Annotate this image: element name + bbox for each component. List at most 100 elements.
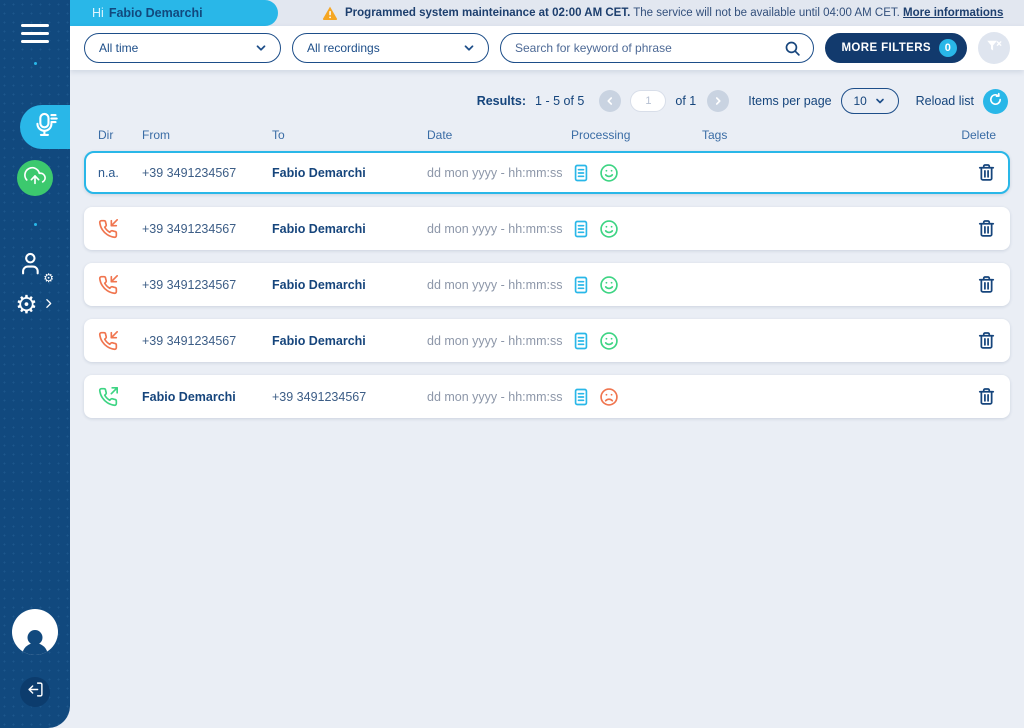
delete-cell xyxy=(946,387,996,406)
recording-row[interactable]: +39 3491234567 Fabio Demarchi dd mon yyy… xyxy=(84,207,1010,250)
date-cell: dd mon yyyy - hh:mm:ss xyxy=(427,390,571,404)
transcript-icon[interactable] xyxy=(571,387,591,407)
from-cell: +39 3491234567 xyxy=(142,166,272,180)
sentiment-positive-icon[interactable] xyxy=(599,219,619,239)
recordings-filter-value: All recordings xyxy=(307,41,380,55)
direction-cell: n.a. xyxy=(98,166,142,180)
transcript-icon[interactable] xyxy=(571,275,591,295)
clear-filters-button-disabled xyxy=(978,32,1010,64)
incoming-call-icon xyxy=(98,219,118,239)
greeting-badge: Hi Fabio Demarchi xyxy=(70,0,278,26)
search-input[interactable] xyxy=(515,41,784,55)
filters-count-badge: 0 xyxy=(939,39,957,57)
delete-cell xyxy=(946,219,996,238)
processing-cell xyxy=(571,275,702,295)
logout-button[interactable] xyxy=(20,677,50,707)
transcript-icon[interactable] xyxy=(571,219,591,239)
table-header-row: Dir From To Date Processing Tags Delete xyxy=(84,128,1010,142)
greeting-hi: Hi xyxy=(92,6,104,20)
page-of-label: of 1 xyxy=(675,94,696,108)
more-informations-link[interactable]: More informations xyxy=(903,7,1003,19)
recordings-filter-dropdown[interactable]: All recordings xyxy=(292,33,489,63)
time-filter-value: All time xyxy=(99,41,138,55)
microphone-transcript-icon xyxy=(31,111,59,144)
from-cell: Fabio Demarchi xyxy=(142,390,272,404)
results-toolbar: Results: 1 - 5 of 5 1 of 1 Items per pag… xyxy=(84,88,1008,114)
recordings-list: n.a. +39 3491234567 Fabio Demarchi dd mo… xyxy=(84,151,1010,418)
trash-icon[interactable] xyxy=(977,275,996,294)
transcript-icon[interactable] xyxy=(571,331,591,351)
more-filters-button[interactable]: MORE FILTERS 0 xyxy=(825,33,967,63)
from-cell: +39 3491234567 xyxy=(142,334,272,348)
column-header-from: From xyxy=(142,128,272,142)
column-header-processing: Processing xyxy=(571,128,702,142)
from-cell: +39 3491234567 xyxy=(142,222,272,236)
search-box xyxy=(500,33,814,63)
sentiment-negative-icon[interactable] xyxy=(599,387,619,407)
next-page-button[interactable] xyxy=(707,90,729,112)
column-header-to: To xyxy=(272,128,427,142)
date-cell: dd mon yyyy - hh:mm:ss xyxy=(427,334,571,348)
mini-gear-icon: ⚙ xyxy=(43,272,54,284)
recording-row[interactable]: Fabio Demarchi +39 3491234567 dd mon yyy… xyxy=(84,375,1010,418)
time-filter-dropdown[interactable]: All time xyxy=(84,33,281,63)
previous-page-button[interactable] xyxy=(599,90,621,112)
hamburger-menu-icon[interactable] xyxy=(21,24,49,48)
user-avatar[interactable] xyxy=(12,609,58,655)
to-cell: Fabio Demarchi xyxy=(272,278,427,292)
processing-cell xyxy=(571,331,702,351)
sentiment-positive-icon[interactable] xyxy=(599,331,619,351)
date-cell: dd mon yyyy - hh:mm:ss xyxy=(427,166,571,180)
trash-icon[interactable] xyxy=(977,219,996,238)
direction-cell xyxy=(98,331,142,351)
direction-na-label: n.a. xyxy=(98,166,119,180)
sidebar-separator-dot xyxy=(34,62,37,65)
sentiment-positive-icon[interactable] xyxy=(599,275,619,295)
trash-icon[interactable] xyxy=(977,331,996,350)
recording-row[interactable]: n.a. +39 3491234567 Fabio Demarchi dd mo… xyxy=(84,151,1010,194)
items-per-page-value: 10 xyxy=(853,94,866,108)
cloud-upload-icon xyxy=(24,165,46,192)
recording-row[interactable]: +39 3491234567 Fabio Demarchi dd mon yyy… xyxy=(84,319,1010,362)
recording-row[interactable]: +39 3491234567 Fabio Demarchi dd mon yyy… xyxy=(84,263,1010,306)
chevron-down-icon xyxy=(254,41,268,55)
processing-cell xyxy=(571,387,702,407)
more-filters-label: MORE FILTERS xyxy=(841,42,931,54)
current-page-indicator: 1 xyxy=(630,90,666,112)
date-cell: dd mon yyyy - hh:mm:ss xyxy=(427,222,571,236)
maintenance-text: Programmed system mainteinance at 02:00 … xyxy=(345,7,1003,19)
to-cell: Fabio Demarchi xyxy=(272,222,427,236)
chevron-down-icon xyxy=(874,95,886,107)
reload-list-button[interactable] xyxy=(983,89,1008,114)
gear-icon: ⚙ xyxy=(15,293,37,318)
to-cell: +39 3491234567 xyxy=(272,390,427,404)
trash-icon[interactable] xyxy=(977,163,996,182)
direction-cell xyxy=(98,387,142,407)
funnel-x-icon xyxy=(985,37,1003,60)
column-header-tags: Tags xyxy=(702,128,946,142)
transcript-icon[interactable] xyxy=(571,163,591,183)
to-cell: Fabio Demarchi xyxy=(272,334,427,348)
column-header-dir: Dir xyxy=(98,128,142,142)
items-per-page-dropdown[interactable]: 10 xyxy=(841,88,899,114)
column-header-delete: Delete xyxy=(946,128,996,142)
sidebar-item-account-settings[interactable]: ⚙ xyxy=(19,250,51,282)
search-icon[interactable] xyxy=(784,40,801,57)
sidebar-item-recordings[interactable] xyxy=(20,105,70,149)
sentiment-positive-icon[interactable] xyxy=(599,163,619,183)
incoming-call-icon xyxy=(98,331,118,351)
main-area: Hi Fabio Demarchi Programmed system main… xyxy=(70,0,1024,728)
app-window: ⚙ ⚙ xyxy=(0,0,1024,728)
sidebar-item-upload[interactable] xyxy=(17,160,53,196)
from-cell: +39 3491234567 xyxy=(142,278,272,292)
content-area: Results: 1 - 5 of 5 1 of 1 Items per pag… xyxy=(70,70,1024,728)
maintenance-text-regular: The service will not be available until … xyxy=(633,7,900,19)
trash-icon[interactable] xyxy=(977,387,996,406)
processing-cell xyxy=(571,163,702,183)
refresh-icon xyxy=(988,92,1003,110)
sidebar: ⚙ ⚙ xyxy=(0,0,70,728)
column-header-date: Date xyxy=(427,128,571,142)
items-per-page-label: Items per page xyxy=(748,94,831,108)
delete-cell xyxy=(946,331,996,350)
sidebar-item-settings[interactable]: ⚙ xyxy=(15,293,54,318)
